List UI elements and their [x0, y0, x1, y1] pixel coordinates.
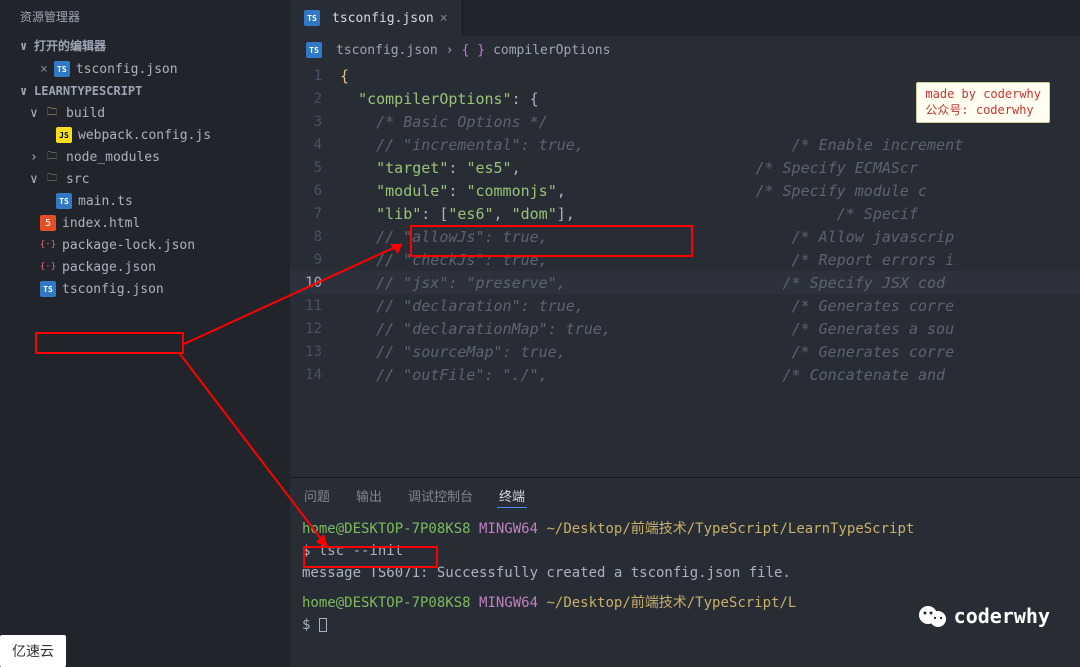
close-icon[interactable]: ×	[40, 62, 48, 77]
tab-label: tsconfig.json	[332, 11, 434, 26]
tab-output[interactable]: 输出	[354, 484, 384, 508]
json-icon: {·}	[40, 259, 56, 275]
explorer-sidebar: 资源管理器 ∨打开的编辑器 ×TStsconfig.json ∨LEARNTYP…	[0, 0, 290, 667]
tree-file-main[interactable]: TSmain.ts	[0, 190, 290, 212]
cursor-icon	[319, 618, 327, 632]
explorer-title: 资源管理器	[0, 0, 290, 33]
wechat-icon	[918, 603, 948, 629]
chevron-down-icon: ∨	[20, 84, 30, 98]
tree-file-index[interactable]: 5index.html	[0, 212, 290, 234]
tab-bar: TS tsconfig.json ×	[290, 0, 1080, 36]
chevron-down-icon: ∨	[30, 106, 40, 121]
tree-file-tsconfig[interactable]: TStsconfig.json	[0, 278, 290, 300]
chevron-down-icon: ∨	[30, 172, 40, 187]
code-editor[interactable]: 1{ 2 "compilerOptions": { 3 /* Basic Opt…	[290, 64, 1080, 477]
tree-file-pkglock[interactable]: {·}package-lock.json	[0, 234, 290, 256]
tab-debug[interactable]: 调试控制台	[406, 484, 475, 508]
ts-icon: TS	[306, 42, 322, 58]
js-icon: JS	[56, 127, 72, 143]
html-icon: 5	[40, 215, 56, 231]
terminal-tabs: 问题 输出 调试控制台 终端	[290, 478, 1080, 514]
folder-icon: 🗀	[44, 149, 60, 165]
editor-area: TS tsconfig.json × TS tsconfig.json › { …	[290, 0, 1080, 667]
ts-icon: TS	[304, 10, 320, 26]
close-icon[interactable]: ×	[440, 11, 448, 26]
annotation-note: made by coderwhy公众号: coderwhy	[916, 82, 1050, 123]
ts-icon: TS	[40, 281, 56, 297]
tree-file-pkg[interactable]: {·}package.json	[0, 256, 290, 278]
tree-folder-build[interactable]: ∨🗀build	[0, 102, 290, 124]
file-tab[interactable]: TS tsconfig.json ×	[290, 0, 463, 36]
chevron-right-icon: ›	[30, 150, 40, 165]
open-editor-item[interactable]: × TS tsconfig.json	[0, 58, 290, 80]
open-editors-section[interactable]: ∨打开的编辑器	[0, 33, 290, 58]
breadcrumb[interactable]: TS tsconfig.json › { } compilerOptions	[290, 36, 1080, 64]
folder-icon: 🗀	[44, 105, 60, 121]
terminal-panel: 问题 输出 调试控制台 终端 home@DESKTOP-7P08KS8 MING…	[290, 477, 1080, 667]
tree-folder-src[interactable]: ∨🗀src	[0, 168, 290, 190]
file-label: tsconfig.json	[76, 62, 178, 77]
tree-folder-nodemodules[interactable]: ›🗀node_modules	[0, 146, 290, 168]
folder-icon: 🗀	[44, 171, 60, 187]
watermark: coderwhy	[918, 603, 1050, 629]
json-icon: {·}	[40, 237, 56, 253]
chevron-down-icon: ∨	[20, 39, 30, 53]
project-section[interactable]: ∨LEARNTYPESCRIPT	[0, 80, 290, 102]
tree-file-webpack[interactable]: JSwebpack.config.js	[0, 124, 290, 146]
tab-terminal[interactable]: 终端	[497, 484, 527, 508]
attribution-label: 亿速云	[0, 635, 66, 667]
tab-problems[interactable]: 问题	[302, 484, 332, 508]
ts-icon: TS	[54, 61, 70, 77]
file-tree: ∨🗀build JSwebpack.config.js ›🗀node_modul…	[0, 102, 290, 667]
terminal-content[interactable]: home@DESKTOP-7P08KS8 MINGW64 ~/Desktop/前…	[290, 514, 1080, 667]
ts-icon: TS	[56, 193, 72, 209]
